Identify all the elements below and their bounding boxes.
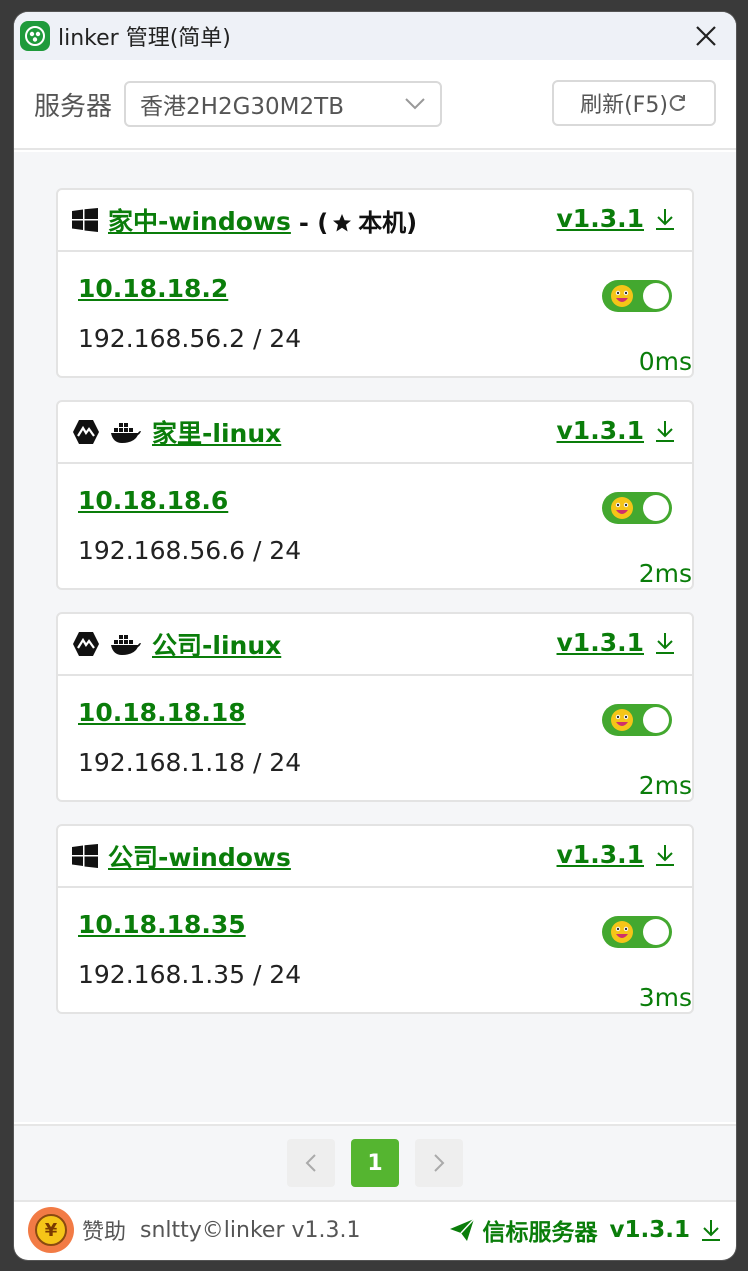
- device-version: v1.3.1: [557, 840, 676, 869]
- latency-value: 2ms: [638, 559, 692, 588]
- beacon-server-status[interactable]: 信标服务器 v1.3.1: [449, 1213, 722, 1247]
- device-card: 家中-windows - ( 本机) v1.3.1 10.18.18.2 192.…: [56, 188, 694, 378]
- docker-icon: [110, 420, 142, 444]
- beacon-server-label: 信标服务器: [482, 1220, 598, 1246]
- device-card-body: 10.18.18.18 192.168.1.18 / 24 2ms: [58, 676, 692, 800]
- local-device-tag: - ( 本机): [299, 203, 417, 238]
- windows-icon: [72, 208, 98, 232]
- docker-icon: [110, 632, 142, 656]
- device-name-link[interactable]: 公司-linux: [152, 626, 281, 662]
- device-card: 公司-linux v1.3.1 10.18.18.18 192.168.1.18…: [56, 612, 694, 802]
- copyright-text: snltty©linker v1.3.1: [140, 1217, 361, 1243]
- tunnel-toggle[interactable]: [602, 280, 672, 312]
- linux-icon: [72, 631, 100, 657]
- local-tag-prefix: - (: [298, 208, 329, 237]
- download-icon[interactable]: [654, 631, 676, 655]
- lan-address: 192.168.1.35 / 24: [78, 960, 302, 989]
- lan-address: 192.168.56.6 / 24: [78, 536, 302, 565]
- star-icon: [333, 213, 352, 231]
- device-card: 公司-windows v1.3.1 10.18.18.35 192.168.1.…: [56, 824, 694, 1014]
- paper-plane-icon: [449, 1218, 475, 1241]
- page-1-button[interactable]: 1: [351, 1139, 399, 1187]
- device-list: 家中-windows - ( 本机) v1.3.1 10.18.18.2 192.…: [14, 152, 736, 1122]
- device-card-header: 家里-linux v1.3.1: [58, 402, 692, 464]
- device-name-link[interactable]: 公司-windows: [108, 838, 291, 874]
- device-version-link[interactable]: v1.3.1: [557, 204, 644, 233]
- refresh-icon: [669, 95, 685, 111]
- server-select[interactable]: 香港2H2G30M2TB: [124, 81, 443, 127]
- tunnel-toggle[interactable]: [602, 492, 672, 524]
- refresh-button[interactable]: 刷新(F5): [552, 80, 716, 126]
- chevron-down-icon: [405, 98, 425, 110]
- lan-address: 192.168.1.18 / 24: [78, 748, 302, 777]
- title-bar: linker 管理(简单): [14, 12, 736, 60]
- device-card-body: 10.18.18.35 192.168.1.35 / 24 3ms: [58, 888, 692, 1012]
- virtual-ip-link[interactable]: 10.18.18.35: [78, 910, 246, 939]
- app-window: linker 管理(简单) 服务器 香港2H2G30M2TB 刷新(F5) 家中…: [14, 12, 736, 1260]
- tunnel-toggle[interactable]: [602, 916, 672, 948]
- smiley-face-icon: [611, 709, 633, 731]
- server-label: 服务器: [34, 91, 113, 122]
- toolbar: 服务器 香港2H2G30M2TB 刷新(F5): [14, 60, 736, 150]
- beacon-version: v1.3.1: [609, 1217, 690, 1243]
- yen-coin-icon: ¥: [35, 1214, 67, 1246]
- next-page-button[interactable]: [415, 1139, 463, 1187]
- download-icon[interactable]: [654, 419, 676, 443]
- latency-value: 0ms: [638, 347, 692, 376]
- device-version: v1.3.1: [557, 416, 676, 445]
- sponsor-link[interactable]: 赞助: [82, 1214, 126, 1246]
- sponsor-icon[interactable]: ¥: [28, 1207, 74, 1253]
- device-name-link[interactable]: 家中-windows: [108, 202, 291, 238]
- device-card-header: 公司-windows v1.3.1: [58, 826, 692, 888]
- device-card-body: 10.18.18.6 192.168.56.6 / 24 2ms: [58, 464, 692, 588]
- device-card-header: 家中-windows - ( 本机) v1.3.1: [58, 190, 692, 252]
- prev-page-button[interactable]: [287, 1139, 335, 1187]
- device-version-link[interactable]: v1.3.1: [557, 416, 644, 445]
- close-button[interactable]: [686, 16, 726, 56]
- device-card: 家里-linux v1.3.1 10.18.18.6 192.168.56.6 …: [56, 400, 694, 590]
- device-version: v1.3.1: [557, 204, 676, 233]
- close-icon: [696, 26, 716, 46]
- smiley-face-icon: [611, 497, 633, 519]
- device-card-header: 公司-linux v1.3.1: [58, 614, 692, 676]
- smiley-face-icon: [611, 285, 633, 307]
- linux-icon: [72, 419, 100, 445]
- toggle-knob: [643, 707, 669, 733]
- refresh-label: 刷新(F5): [580, 93, 668, 118]
- device-card-body: 10.18.18.2 192.168.56.2 / 24 0ms: [58, 252, 692, 376]
- windows-icon: [72, 844, 98, 868]
- toggle-knob: [643, 283, 669, 309]
- latency-value: 3ms: [638, 983, 692, 1012]
- lan-address: 192.168.56.2 / 24: [78, 324, 302, 353]
- smiley-face-icon: [611, 921, 633, 943]
- device-name-link[interactable]: 家里-linux: [152, 414, 281, 450]
- device-version-link[interactable]: v1.3.1: [557, 840, 644, 869]
- device-version-link[interactable]: v1.3.1: [557, 628, 644, 657]
- virtual-ip-link[interactable]: 10.18.18.2: [78, 274, 228, 303]
- window-title: linker 管理(简单): [58, 26, 231, 51]
- download-icon[interactable]: [654, 843, 676, 867]
- chevron-left-icon: [305, 1154, 316, 1172]
- virtual-ip-link[interactable]: 10.18.18.18: [78, 698, 246, 727]
- local-tag-text: 本机): [358, 208, 418, 237]
- download-icon[interactable]: [654, 207, 676, 231]
- latency-value: 2ms: [638, 771, 692, 800]
- pagination: 1: [14, 1124, 736, 1202]
- linker-logo-icon: [20, 21, 50, 51]
- virtual-ip-link[interactable]: 10.18.18.6: [78, 486, 228, 515]
- tunnel-toggle[interactable]: [602, 704, 672, 736]
- footer: ¥ 赞助 snltty©linker v1.3.1 信标服务器 v1.3.1: [14, 1200, 736, 1260]
- download-icon: [702, 1220, 720, 1241]
- chevron-right-icon: [434, 1154, 445, 1172]
- toggle-knob: [643, 919, 669, 945]
- device-version: v1.3.1: [557, 628, 676, 657]
- toggle-knob: [643, 495, 669, 521]
- server-select-value: 香港2H2G30M2TB: [140, 94, 344, 120]
